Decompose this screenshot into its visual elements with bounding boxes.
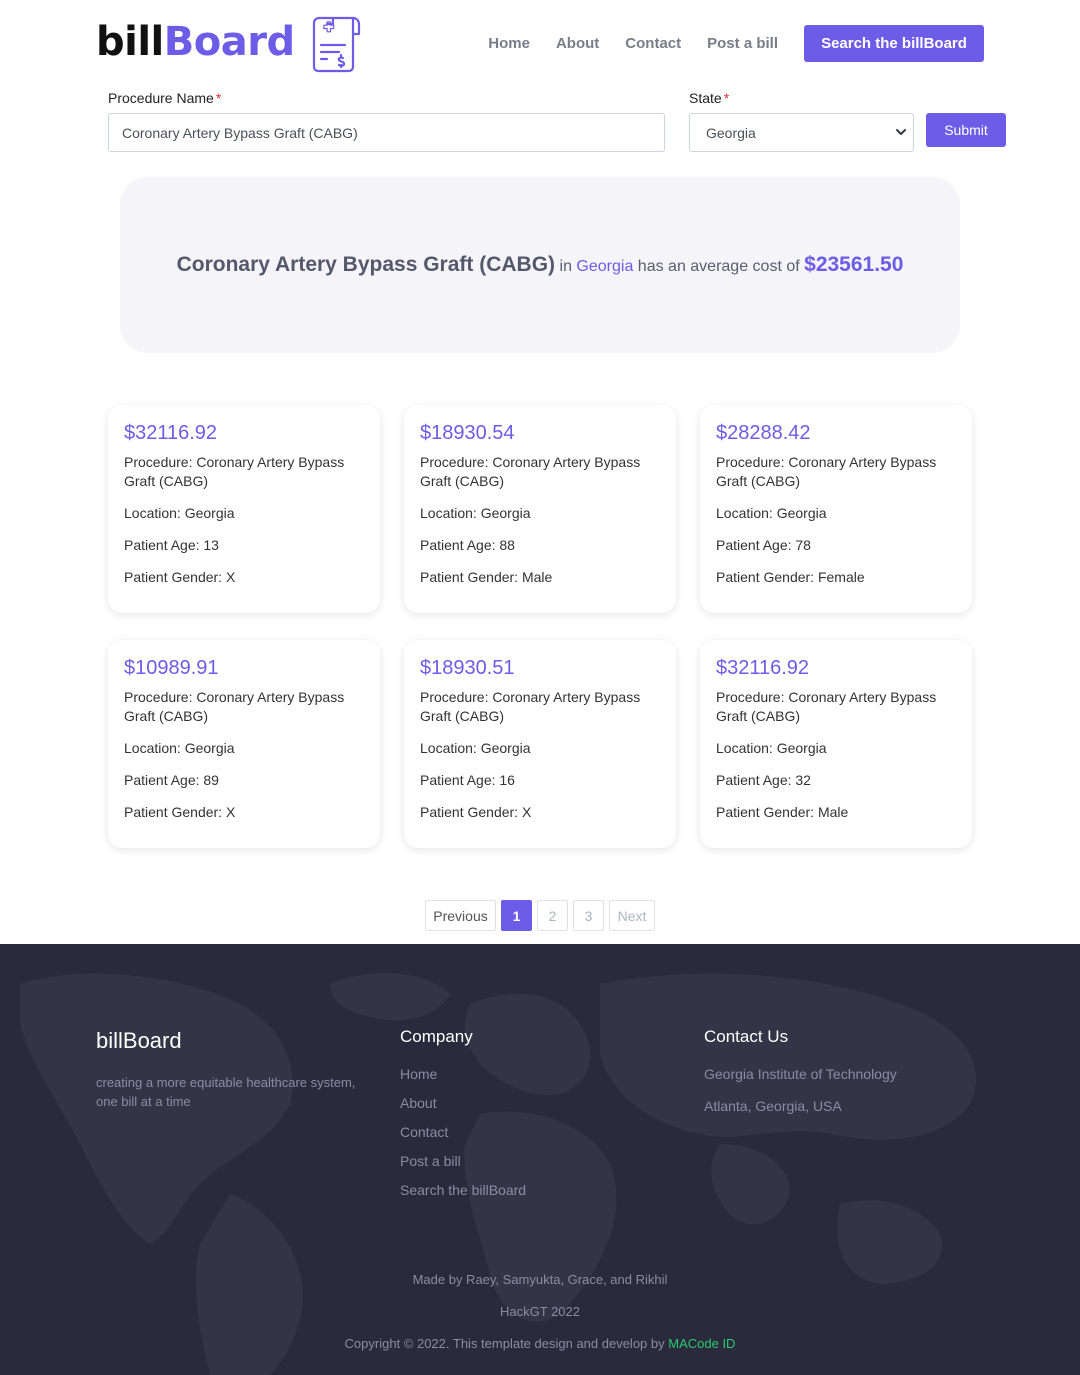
bill-card[interactable]: $32116.92 Procedure: Coronary Artery Byp… — [700, 640, 972, 848]
state-select[interactable]: Georgia — [689, 113, 914, 152]
bill-price: $18930.54 — [420, 422, 515, 444]
bill-price: $18930.51 — [420, 657, 515, 679]
submit-button[interactable]: Submit — [926, 113, 1006, 147]
bill-card[interactable]: $28288.42 Procedure: Coronary Artery Byp… — [700, 405, 972, 613]
footer-copyright: Copyright © 2022. This template design a… — [344, 1336, 665, 1351]
bill-procedure: Procedure: Coronary Artery Bypass Graft … — [420, 689, 641, 724]
logo-text-board: Board — [163, 19, 295, 65]
bill-location: Location: Georgia — [124, 740, 235, 756]
footer-link-about[interactable]: About — [400, 1095, 526, 1124]
bill-card[interactable]: $10989.91 Procedure: Coronary Artery Byp… — [108, 640, 380, 848]
search-form: Procedure Name * Coronary Artery Bypass G… — [108, 88, 1008, 158]
chevron-down-icon — [896, 129, 906, 135]
bill-price: $28288.42 — [716, 422, 811, 444]
bill-procedure: Procedure: Coronary Artery Bypass Graft … — [716, 454, 937, 489]
bill-patient-age: Patient Age: 78 — [716, 537, 811, 553]
required-mark: * — [215, 90, 222, 106]
bill-patient-age: Patient Age: 88 — [420, 537, 515, 553]
footer-tagline: creating a more equitable healthcare sys… — [96, 1075, 356, 1109]
footer-link-post-a-bill[interactable]: Post a bill — [400, 1153, 526, 1182]
footer-contact-institution: Georgia Institute of Technology — [704, 1066, 897, 1082]
pagination-next[interactable]: Next — [609, 900, 655, 931]
pagination-page-1[interactable]: 1 — [501, 900, 532, 931]
site-footer: billBoard creating a more equitable heal… — [0, 944, 1080, 1375]
bill-patient-age: Patient Age: 13 — [124, 537, 219, 553]
procedure-name-input[interactable]: Coronary Artery Bypass Graft (CABG) — [108, 113, 665, 152]
bill-location: Location: Georgia — [716, 505, 827, 521]
state-label: State * — [689, 90, 729, 106]
bill-patient-gender: Patient Gender: Female — [716, 569, 865, 585]
summary-in-word: in — [559, 258, 572, 275]
bill-price: $32116.92 — [716, 657, 810, 679]
procedure-name-label: Procedure Name * — [108, 90, 221, 106]
state-select-value: Georgia — [706, 124, 756, 141]
bill-procedure: Procedure: Coronary Artery Bypass Graft … — [124, 454, 345, 489]
footer-link-search-billboard[interactable]: Search the billBoard — [400, 1182, 526, 1211]
footer-company-links: Home About Contact Post a bill Search th… — [400, 1066, 526, 1211]
footer-copyright-line: Copyright © 2022. This template design a… — [0, 1336, 1080, 1351]
pagination: Previous 1 2 3 Next — [425, 900, 660, 931]
footer-credit-link[interactable]: MACode ID — [668, 1336, 735, 1351]
summary-state: Georgia — [576, 258, 634, 275]
nav-contact[interactable]: Contact — [625, 35, 681, 52]
bill-procedure: Procedure: Coronary Artery Bypass Graft … — [124, 689, 345, 724]
bill-price: $10989.91 — [124, 657, 219, 679]
pagination-page-2[interactable]: 2 — [537, 900, 568, 931]
bill-location: Location: Georgia — [420, 505, 531, 521]
nav-post-a-bill[interactable]: Post a bill — [707, 35, 778, 52]
bill-price: $32116.92 — [124, 422, 218, 444]
summary-procedure: Coronary Artery Bypass Graft (CABG) — [176, 253, 556, 276]
bill-patient-age: Patient Age: 16 — [420, 772, 515, 788]
pagination-page-3[interactable]: 3 — [573, 900, 604, 931]
logo[interactable]: billBoard — [96, 14, 367, 74]
footer-contact-heading: Contact Us — [704, 1027, 789, 1046]
bill-location: Location: Georgia — [716, 740, 827, 756]
footer-link-home[interactable]: Home — [400, 1066, 526, 1095]
footer-contact-address: Atlanta, Georgia, USA — [704, 1098, 842, 1114]
footer-brand[interactable]: billBoard — [96, 1028, 182, 1054]
bill-procedure: Procedure: Coronary Artery Bypass Graft … — [716, 689, 937, 724]
bill-card[interactable]: $18930.54 Procedure: Coronary Artery Byp… — [404, 405, 676, 613]
bill-patient-age: Patient Age: 32 — [716, 772, 811, 788]
main-nav: Home About Contact Post a bill Search th… — [488, 25, 984, 62]
nav-home[interactable]: Home — [488, 35, 530, 52]
bill-patient-gender: Patient Gender: X — [420, 804, 532, 820]
summary-sentence: Coronary Artery Bypass Graft (CABG) in G… — [177, 253, 904, 277]
required-mark: * — [723, 90, 730, 106]
procedure-name-label-text: Procedure Name — [108, 90, 214, 106]
state-label-text: State — [689, 90, 722, 106]
logo-text-bill: bill — [96, 19, 164, 65]
bill-patient-gender: Patient Gender: Male — [716, 804, 849, 820]
search-billboard-button[interactable]: Search the billBoard — [804, 25, 984, 62]
footer-event: HackGT 2022 — [500, 1304, 580, 1319]
site-header: billBoard Home About Contact Post a bill… — [0, 0, 1080, 86]
bill-patient-gender: Patient Gender: X — [124, 804, 236, 820]
footer-company-heading: Company — [400, 1027, 473, 1046]
footer-link-contact[interactable]: Contact — [400, 1124, 526, 1153]
bill-patient-age: Patient Age: 89 — [124, 772, 219, 788]
bill-card[interactable]: $32116.92 Procedure: Coronary Artery Byp… — [108, 405, 380, 613]
summary-phrase: has an average cost of — [637, 258, 800, 275]
pagination-previous[interactable]: Previous — [425, 900, 496, 931]
bill-document-icon — [312, 16, 360, 73]
bill-patient-gender: Patient Gender: Male — [420, 569, 553, 585]
footer-contact-info: Georgia Institute of Technology Atlanta,… — [704, 1066, 897, 1130]
bill-patient-gender: Patient Gender: X — [124, 569, 236, 585]
bill-card[interactable]: $18930.51 Procedure: Coronary Artery Byp… — [404, 640, 676, 848]
summary-average-cost: $23561.50 — [804, 253, 904, 276]
average-cost-summary: Coronary Artery Bypass Graft (CABG) in G… — [120, 177, 960, 353]
logo-text: billBoard — [96, 22, 295, 62]
bill-procedure: Procedure: Coronary Artery Bypass Graft … — [420, 454, 641, 489]
bill-location: Location: Georgia — [420, 740, 531, 756]
footer-made-by: Made by Raey, Samyukta, Grace, and Rikhi… — [412, 1272, 668, 1287]
bill-location: Location: Georgia — [124, 505, 235, 521]
nav-about[interactable]: About — [556, 35, 599, 52]
